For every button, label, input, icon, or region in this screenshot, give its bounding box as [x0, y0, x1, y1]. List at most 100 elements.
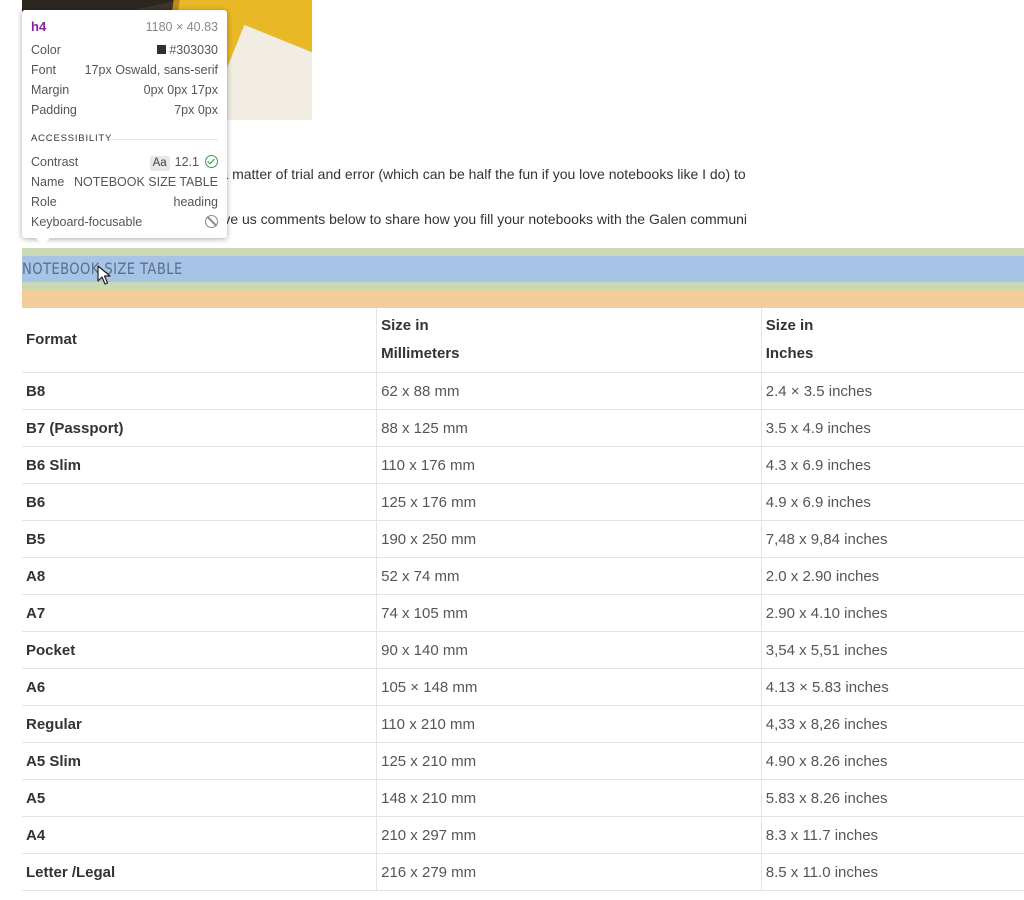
format-cell: A4: [22, 816, 377, 854]
inspector-color-row: Color #303030: [31, 41, 218, 59]
table-row: B8 62 x 88 mm 2.4 × 3.5 inches: [22, 372, 1024, 410]
table-row: B7 (Passport) 88 x 125 mm 3.5 x 4.9 inch…: [22, 409, 1024, 447]
size-inches-cell: 2.4 × 3.5 inches: [760, 372, 1024, 410]
header-size-inches: Size in Inches: [760, 308, 1024, 373]
size-inches-cell: 7,48 x 9,84 inches: [760, 520, 1024, 558]
format-cell: A8: [22, 557, 377, 595]
size-mm-cell: 105 × 148 mm: [376, 668, 762, 706]
table-header-row: Format Size in Millimeters Size in Inche…: [22, 308, 1024, 373]
inspector-role-value: heading: [173, 195, 219, 209]
heading-band-green-top: [22, 248, 1024, 256]
inspector-keyboard-row: Keyboard-focusable: [31, 213, 218, 231]
size-inches-cell: 3.5 x 4.9 inches: [760, 409, 1024, 447]
size-inches-cell: 8.5 x 11.0 inches: [760, 853, 1024, 891]
size-inches-cell: 4.3 x 6.9 inches: [760, 446, 1024, 484]
inspector-color-value: #303030: [169, 43, 218, 57]
format-cell: B6 Slim: [22, 446, 377, 484]
inspector-tag-name: h4: [31, 19, 47, 34]
format-cell: A5: [22, 779, 377, 817]
devtools-inspector-tooltip: h4 1180 × 40.83 Color #303030 Font 17px …: [22, 10, 227, 245]
heading-band-green-bottom: [22, 282, 1024, 290]
inspector-section-divider: [109, 139, 218, 140]
table-row: B6 125 x 176 mm 4.9 x 6.9 inches: [22, 483, 1024, 521]
inspector-color-value-wrap: #303030: [157, 41, 218, 59]
inspector-keyboard-label: Keyboard-focusable: [31, 215, 143, 229]
table-row: A4 210 x 297 mm 8.3 x 11.7 inches: [22, 816, 1024, 854]
size-inches-cell: 4.90 x 8.26 inches: [760, 742, 1024, 780]
table-row: B5 190 x 250 mm 7,48 x 9,84 inches: [22, 520, 1024, 558]
table-row: Regular 110 x 210 mm 4,33 x 8,26 inches: [22, 705, 1024, 743]
format-cell: B6: [22, 483, 377, 521]
header-size-inches-line1: Size in: [765, 317, 814, 334]
inspector-name-label: Name: [31, 175, 65, 189]
size-mm-cell: 88 x 125 mm: [376, 409, 762, 447]
size-mm-cell: 90 x 140 mm: [376, 631, 762, 669]
notebook-size-table: Format Size in Millimeters Size in Inche…: [22, 308, 1024, 891]
format-cell: A7: [22, 594, 377, 632]
size-mm-cell: 110 x 210 mm: [376, 705, 762, 743]
table-row: Letter /Legal 216 x 279 mm 8.5 x 11.0 in…: [22, 853, 1024, 891]
format-cell: Letter /Legal: [22, 853, 377, 891]
header-size-inches-line2: Inches: [765, 345, 814, 362]
inspector-contrast-label: Contrast: [31, 155, 79, 169]
table-row: Pocket 90 x 140 mm 3,54 x 5,51 inches: [22, 631, 1024, 669]
size-mm-cell: 125 x 176 mm: [376, 483, 762, 521]
inspector-contrast-value-wrap: Aa 12.1: [149, 153, 218, 171]
size-inches-cell: 3,54 x 5,51 inches: [760, 631, 1024, 669]
inspector-color-label: Color: [31, 43, 61, 57]
inspector-name-value: NOTEBOOK SIZE TABLE: [73, 175, 218, 189]
size-inches-cell: 2.0 x 2.90 inches: [760, 557, 1024, 595]
page: ok for your every need. It is just a mat…: [0, 0, 1024, 900]
inspector-contrast-value: 12.1: [174, 155, 199, 169]
size-inches-cell: 5.83 x 8.26 inches: [760, 779, 1024, 817]
format-cell: B7 (Passport): [22, 409, 377, 447]
table-row: A5 Slim 125 x 210 mm 4.90 x 8.26 inches: [22, 742, 1024, 780]
size-mm-cell: 110 x 176 mm: [376, 446, 762, 484]
inspector-dimensions: 1180 × 40.83: [145, 20, 218, 34]
inspector-title-row: h4 1180 × 40.83: [31, 18, 218, 36]
size-mm-cell: 210 x 297 mm: [376, 816, 762, 854]
inspector-font-value: 17px Oswald, sans-serif: [84, 63, 218, 77]
inspector-margin-row: Margin 0px 0px 17px: [31, 81, 218, 99]
size-inches-cell: 4.13 × 5.83 inches: [760, 668, 1024, 706]
inspector-contrast-row: Contrast Aa 12.1: [31, 153, 218, 171]
table-row: A6 105 × 148 mm 4.13 × 5.83 inches: [22, 668, 1024, 706]
size-mm-cell: 125 x 210 mm: [376, 742, 762, 780]
inspector-keyboard-value-wrap: [205, 213, 218, 231]
contrast-aa-badge: Aa: [149, 156, 170, 171]
inspector-name-row: Name NOTEBOOK SIZE TABLE: [31, 173, 218, 191]
table-row: A5 148 x 210 mm 5.83 x 8.26 inches: [22, 779, 1024, 817]
check-circle-icon: [205, 155, 218, 168]
header-size-mm-line1: Size in: [381, 317, 429, 334]
size-mm-cell: 74 x 105 mm: [376, 594, 762, 632]
inspector-section-title: ACCESSIBILITY: [31, 133, 113, 144]
format-cell: B5: [22, 520, 377, 558]
size-mm-cell: 216 x 279 mm: [376, 853, 762, 891]
header-size-mm-line2: Millimeters: [381, 345, 460, 362]
format-cell: Regular: [22, 705, 377, 743]
header-format: Format: [22, 308, 377, 373]
size-mm-cell: 52 x 74 mm: [376, 557, 762, 595]
inspector-padding-label: Padding: [31, 103, 77, 117]
color-swatch-icon: [157, 45, 167, 54]
header-size-mm: Size in Millimeters: [376, 308, 762, 373]
inspector-role-row: Role heading: [31, 193, 218, 211]
table-row: B6 Slim 110 x 176 mm 4.3 x 6.9 inches: [22, 446, 1024, 484]
size-mm-cell: 62 x 88 mm: [376, 372, 762, 410]
size-inches-cell: 8.3 x 11.7 inches: [760, 816, 1024, 854]
inspector-font-row: Font 17px Oswald, sans-serif: [31, 61, 218, 79]
format-cell: A6: [22, 668, 377, 706]
inspector-accessibility-header: ACCESSIBILITY: [31, 130, 218, 148]
size-mm-cell: 148 x 210 mm: [376, 779, 762, 817]
table-row: A7 74 x 105 mm 2.90 x 4.10 inches: [22, 594, 1024, 632]
mouse-cursor-icon: [97, 265, 111, 285]
inspector-margin-value: 0px 0px 17px: [143, 83, 218, 97]
size-inches-cell: 2.90 x 4.10 inches: [760, 594, 1024, 632]
inspector-margin-label: Margin: [31, 83, 70, 97]
heading-band-orange: [22, 290, 1024, 308]
no-entry-icon: [205, 215, 218, 228]
table-row: A8 52 x 74 mm 2.0 x 2.90 inches: [22, 557, 1024, 595]
inspector-font-label: Font: [31, 63, 57, 77]
inspector-padding-value: 7px 0px: [174, 103, 218, 117]
format-cell: B8: [22, 372, 377, 410]
